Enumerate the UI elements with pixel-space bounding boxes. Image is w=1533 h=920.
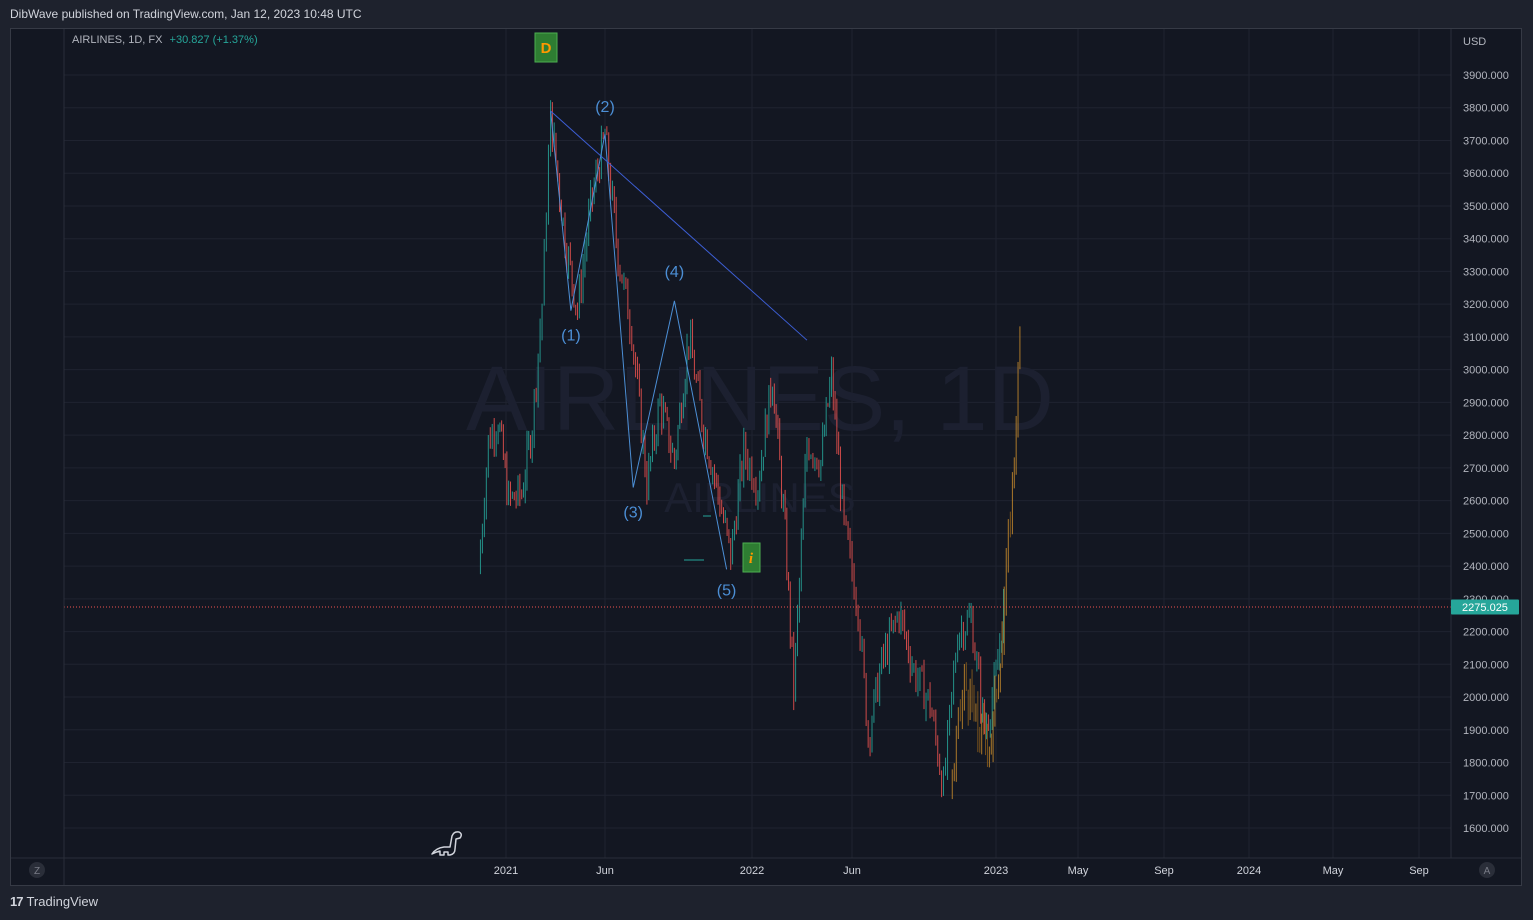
- price-tick-label: 1600.000: [1463, 823, 1509, 835]
- price-tick-label: 3600.000: [1463, 168, 1509, 180]
- price-tick-label: 1900.000: [1463, 725, 1509, 737]
- price-tick-label: 2200.000: [1463, 627, 1509, 639]
- last-price-label: 2275.025: [1462, 602, 1508, 614]
- price-tick-label: 3400.000: [1463, 234, 1509, 246]
- time-tick-label: May: [1068, 865, 1089, 877]
- tradingview-logo[interactable]: 17 TradingView: [10, 894, 98, 909]
- price-tick-label: 3700.000: [1463, 135, 1509, 147]
- price-tick-label: 3300.000: [1463, 266, 1509, 278]
- price-tick-label: 2000.000: [1463, 692, 1509, 704]
- zoom-button-label: Z: [34, 866, 40, 877]
- symbol-legend[interactable]: AIRLINES, 1D, FX +30.827 (+1.37%): [72, 34, 258, 46]
- time-tick-label: 2024: [1237, 865, 1261, 877]
- wave-label: (2): [595, 99, 615, 116]
- symbol-info: AIRLINES, 1D, FX: [72, 34, 163, 46]
- price-change: +30.827 (+1.37%): [169, 34, 258, 46]
- time-axis[interactable]: 2021 Jun 2022 Jun 2023 May Sep 2024 May Sep: [494, 865, 1429, 877]
- price-tick-label: 2900.000: [1463, 397, 1509, 409]
- currency-label: USD: [1463, 36, 1486, 48]
- d-badge[interactable]: D: [534, 32, 558, 63]
- tradingview-logo-icon: 17: [10, 894, 24, 909]
- footer-bar: [0, 886, 1533, 920]
- time-tick-label: May: [1323, 865, 1344, 877]
- wave-label: (4): [665, 264, 685, 281]
- price-tick-label: 2400.000: [1463, 561, 1509, 573]
- price-tick-label: 1700.000: [1463, 790, 1509, 802]
- price-tick-label: 3000.000: [1463, 365, 1509, 377]
- price-tick-label: 1800.000: [1463, 758, 1509, 770]
- auto-scale-button[interactable]: A: [1479, 862, 1495, 878]
- time-tick-label: Sep: [1154, 865, 1174, 877]
- d-badge-text: D: [541, 40, 552, 57]
- price-tick-label: 3800.000: [1463, 103, 1509, 115]
- symbol-watermark: AIRLINES, 1D: [466, 348, 1054, 450]
- time-tick-label: 2021: [494, 865, 518, 877]
- time-tick-label: Sep: [1409, 865, 1429, 877]
- price-tick-label: 2100.000: [1463, 659, 1509, 671]
- price-tick-label: 2500.000: [1463, 528, 1509, 540]
- time-tick-label: Jun: [843, 865, 861, 877]
- zoom-button[interactable]: Z: [29, 862, 45, 878]
- price-tick-label: 3100.000: [1463, 332, 1509, 344]
- price-tick-label: 2800.000: [1463, 430, 1509, 442]
- chart-canvas[interactable]: AIRLINES, 1D AIRLINES (1)(2)(3)(4)(5) 39…: [0, 0, 1533, 920]
- time-tick-label: 2022: [740, 865, 764, 877]
- price-tick-label: 2600.000: [1463, 496, 1509, 508]
- price-tick-label: 3900.000: [1463, 70, 1509, 82]
- auto-scale-button-label: A: [1484, 866, 1491, 877]
- price-tick-label: 3500.000: [1463, 201, 1509, 213]
- time-tick-label: 2023: [984, 865, 1008, 877]
- price-tick-label: 2700.000: [1463, 463, 1509, 475]
- wave-label: (5): [717, 582, 737, 599]
- time-tick-label: Jun: [596, 865, 614, 877]
- price-tick-label: 3200.000: [1463, 299, 1509, 311]
- i-badge[interactable]: i: [742, 542, 761, 573]
- price-axis[interactable]: 3900.000 3800.000 3700.000 3600.000 3500.000…: [1463, 70, 1509, 835]
- wave-label: (3): [623, 505, 643, 522]
- wave-label: (1): [561, 328, 581, 345]
- tradingview-brand: TradingView: [26, 894, 99, 909]
